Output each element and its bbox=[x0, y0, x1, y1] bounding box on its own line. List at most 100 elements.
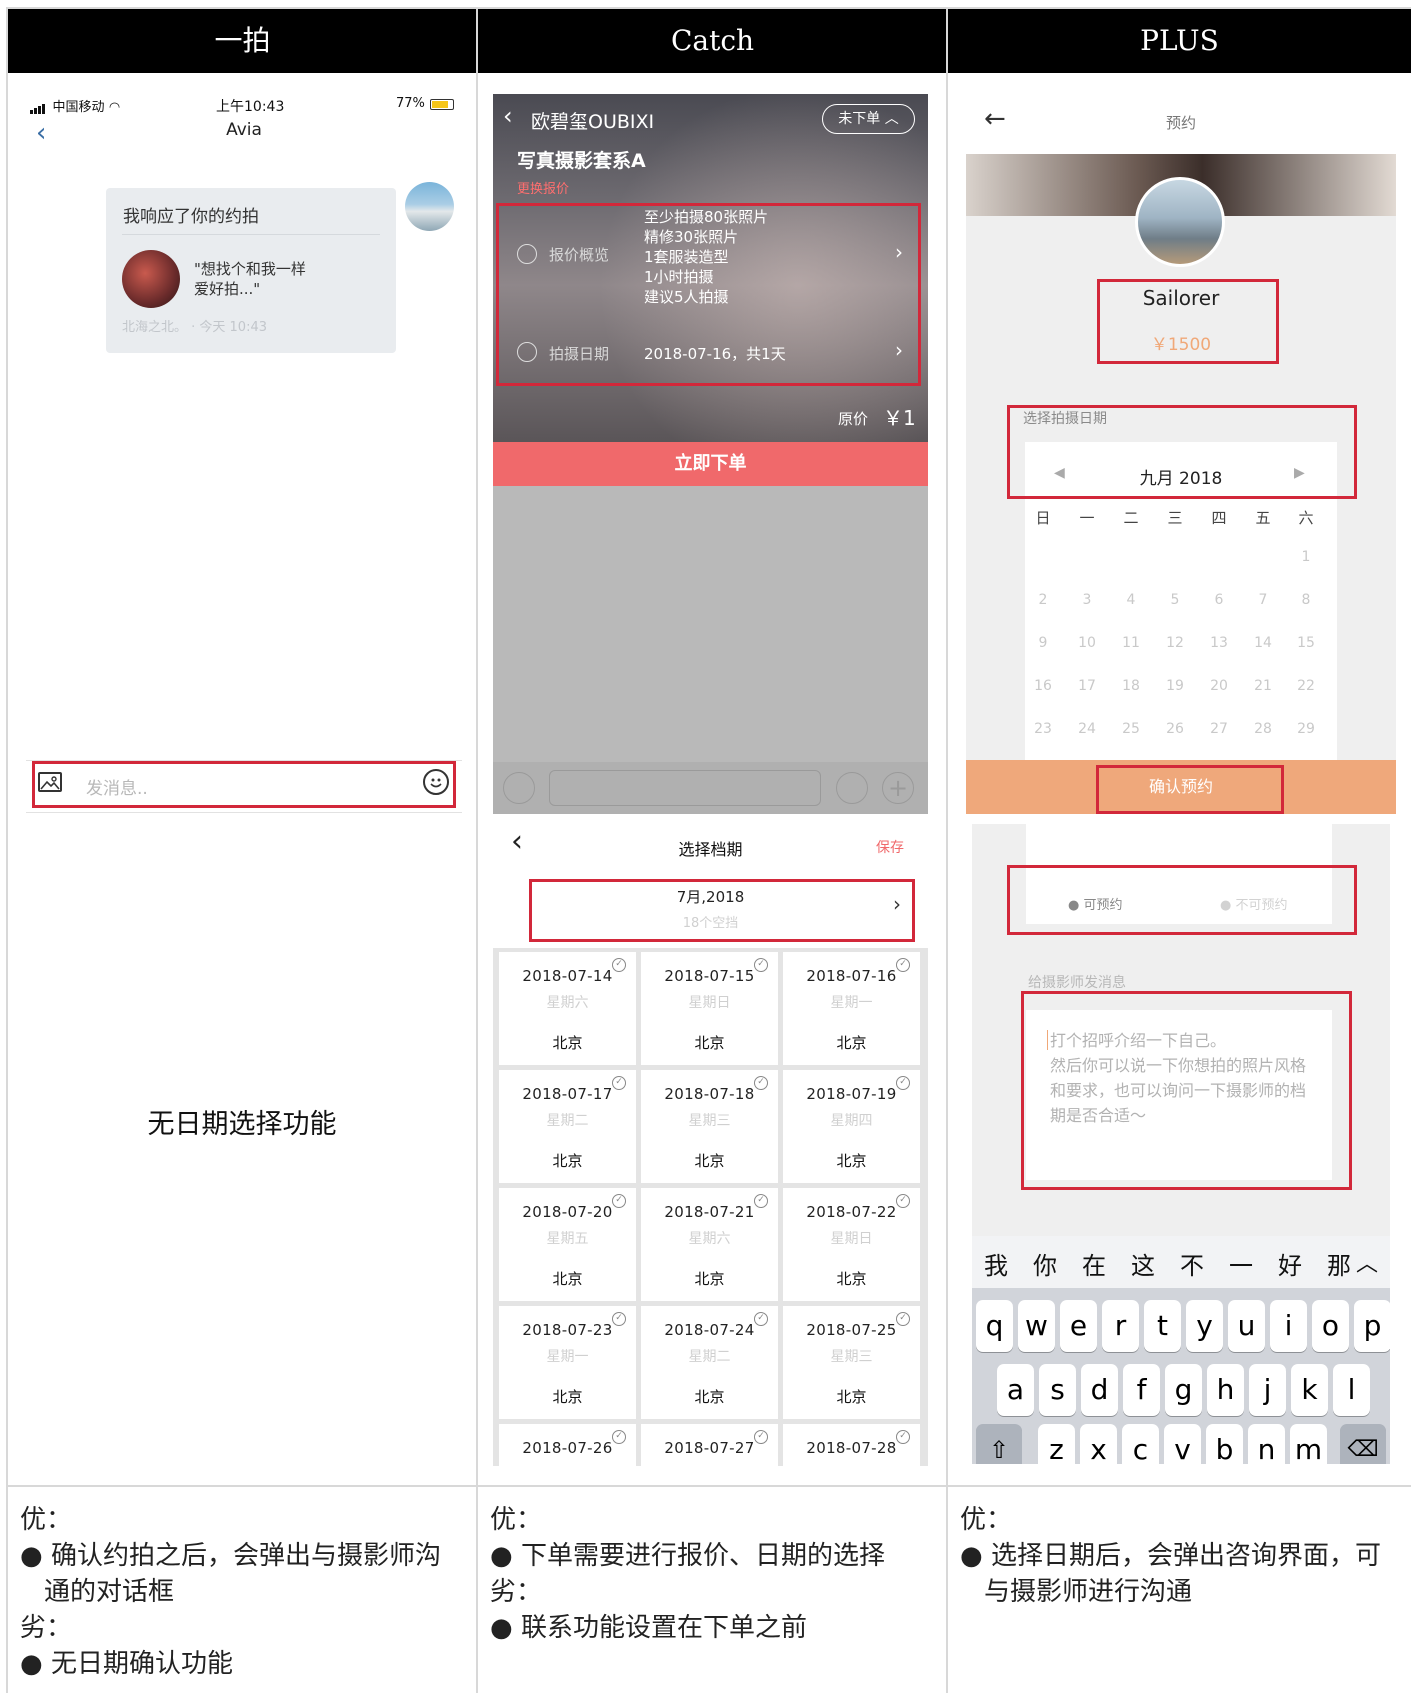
candidate-word[interactable]: 好 bbox=[1278, 1246, 1302, 1281]
calendar-day[interactable]: 8 bbox=[1286, 592, 1326, 608]
key-m[interactable]: m bbox=[1290, 1424, 1327, 1464]
calendar-day[interactable]: 13 bbox=[1199, 635, 1239, 651]
calendar-day[interactable]: 4 bbox=[1111, 592, 1151, 608]
chat-bubble[interactable]: 我响应了你的约拍 "想找个和我一样 爱好拍..." 北海之北。 · 今天 10:… bbox=[106, 188, 396, 353]
date-cell[interactable]: ✓ 2018-07-16 星期一 北京 bbox=[783, 952, 920, 1065]
key-i[interactable]: i bbox=[1270, 1300, 1307, 1352]
calendar-day[interactable]: 18 bbox=[1111, 678, 1151, 694]
date-cell-weekday: 星期五 bbox=[546, 1231, 589, 1247]
key-s[interactable]: s bbox=[1039, 1364, 1076, 1416]
key-r[interactable]: r bbox=[1102, 1300, 1139, 1352]
key-h[interactable]: h bbox=[1207, 1364, 1244, 1416]
date-cell[interactable]: ✓ 2018-07-24 星期二 北京 bbox=[641, 1306, 778, 1419]
calendar-day[interactable]: 21 bbox=[1243, 678, 1283, 694]
calendar-day[interactable]: 1 bbox=[1286, 549, 1326, 565]
key-j[interactable]: j bbox=[1249, 1364, 1286, 1416]
calendar-day[interactable]: 5 bbox=[1155, 592, 1195, 608]
calendar-day[interactable]: 12 bbox=[1155, 635, 1195, 651]
calendar-day[interactable]: 6 bbox=[1199, 592, 1239, 608]
back-chevron-icon[interactable]: ‹ bbox=[503, 102, 513, 130]
key-f[interactable]: f bbox=[1123, 1364, 1160, 1416]
calendar-day[interactable]: 20 bbox=[1199, 678, 1239, 694]
candidate-word[interactable]: 不 bbox=[1180, 1246, 1204, 1281]
collapse-candidates-icon[interactable]: ︿ bbox=[1356, 1246, 1378, 1278]
delete-key[interactable]: ⌫ bbox=[1340, 1424, 1386, 1464]
calendar-day[interactable]: 17 bbox=[1067, 678, 1107, 694]
calendar-day[interactable]: 14 bbox=[1243, 635, 1283, 651]
calendar-day[interactable]: 23 bbox=[1023, 721, 1063, 737]
key-p[interactable]: p bbox=[1354, 1300, 1390, 1352]
candidate-word[interactable]: 我 bbox=[984, 1246, 1008, 1281]
key-w[interactable]: w bbox=[1018, 1300, 1055, 1352]
user-avatar[interactable] bbox=[405, 182, 454, 231]
date-cell[interactable]: ✓ 2018-07-25 星期三 北京 bbox=[783, 1306, 920, 1419]
shift-key[interactable]: ⇧ bbox=[976, 1424, 1022, 1464]
key-n[interactable]: n bbox=[1248, 1424, 1285, 1464]
key-b[interactable]: b bbox=[1206, 1424, 1243, 1464]
candidate-word[interactable]: 在 bbox=[1082, 1246, 1106, 1281]
key-g[interactable]: g bbox=[1165, 1364, 1202, 1416]
date-cell[interactable]: ✓ 2018-07-15 星期日 北京 bbox=[641, 952, 778, 1065]
key-k[interactable]: k bbox=[1291, 1364, 1328, 1416]
date-cell[interactable]: ✓ 2018-07-22 星期日 北京 bbox=[783, 1188, 920, 1301]
key-l[interactable]: l bbox=[1333, 1364, 1370, 1416]
key-v[interactable]: v bbox=[1164, 1424, 1201, 1464]
calendar-day[interactable]: 24 bbox=[1067, 721, 1107, 737]
key-u[interactable]: u bbox=[1228, 1300, 1265, 1352]
date-cell[interactable]: ✓ 2018-07-21 星期六 北京 bbox=[641, 1188, 778, 1301]
calendar-day[interactable]: 26 bbox=[1155, 721, 1195, 737]
calendar-day[interactable]: 2 bbox=[1023, 592, 1063, 608]
calendar-day[interactable]: 9 bbox=[1023, 635, 1063, 651]
candidate-word[interactable]: 一 bbox=[1229, 1246, 1253, 1281]
save-button[interactable]: 保存 bbox=[876, 837, 904, 857]
price-value: ￥1 bbox=[883, 406, 916, 430]
key-z[interactable]: z bbox=[1038, 1424, 1075, 1464]
key-o[interactable]: o bbox=[1312, 1300, 1349, 1352]
order-now-button[interactable]: 立即下单 bbox=[493, 442, 928, 486]
date-cell[interactable]: ✓ 2018-07-28 bbox=[783, 1424, 920, 1466]
calendar-day[interactable]: 11 bbox=[1111, 635, 1151, 651]
date-cell[interactable]: ✓ 2018-07-20 星期五 北京 bbox=[499, 1188, 636, 1301]
candidate-word[interactable]: 你 bbox=[1033, 1246, 1057, 1281]
date-cell[interactable]: ✓ 2018-07-17 星期二 北京 bbox=[499, 1070, 636, 1183]
date-cell-city: 北京 bbox=[552, 1034, 583, 1052]
order-status-pill[interactable]: 未下单 ︿ bbox=[822, 104, 915, 134]
calendar-day[interactable]: 19 bbox=[1155, 678, 1195, 694]
voice-icon[interactable] bbox=[503, 772, 535, 804]
emoji-icon[interactable] bbox=[836, 772, 868, 804]
key-e[interactable]: e bbox=[1060, 1300, 1097, 1352]
calendar-day[interactable]: 29 bbox=[1286, 721, 1326, 737]
key-q[interactable]: q bbox=[976, 1300, 1013, 1352]
date-cell-city: 北京 bbox=[836, 1152, 867, 1170]
candidate-word[interactable]: 那 bbox=[1327, 1246, 1351, 1281]
calendar-day[interactable]: 7 bbox=[1243, 592, 1283, 608]
date-cell[interactable]: ✓ 2018-07-19 星期四 北京 bbox=[783, 1070, 920, 1183]
key-t[interactable]: t bbox=[1144, 1300, 1181, 1352]
key-c[interactable]: c bbox=[1122, 1424, 1159, 1464]
highlight-message bbox=[1021, 991, 1352, 1190]
calendar-day[interactable]: 25 bbox=[1111, 721, 1151, 737]
check-circle-icon: ✓ bbox=[896, 958, 910, 972]
chat-input[interactable] bbox=[549, 770, 821, 806]
key-a[interactable]: a bbox=[997, 1364, 1034, 1416]
calendar-day[interactable]: 15 bbox=[1286, 635, 1326, 651]
date-cell[interactable]: ✓ 2018-07-23 星期一 北京 bbox=[499, 1306, 636, 1419]
calendar-day[interactable]: 27 bbox=[1199, 721, 1239, 737]
calendar-day[interactable]: 16 bbox=[1023, 678, 1063, 694]
summary-plus: 优： ● 选择日期后，会弹出咨询界面，可 与摄影师进行沟通 bbox=[960, 1502, 1405, 1610]
change-quote-link[interactable]: 更换报价 bbox=[517, 178, 569, 197]
key-d[interactable]: d bbox=[1081, 1364, 1118, 1416]
key-x[interactable]: x bbox=[1080, 1424, 1117, 1464]
date-cell[interactable]: ✓ 2018-07-14 星期六 北京 bbox=[499, 952, 636, 1065]
date-cell[interactable]: ✓ 2018-07-18 星期三 北京 bbox=[641, 1070, 778, 1183]
key-y[interactable]: y bbox=[1186, 1300, 1223, 1352]
date-cell[interactable]: ✓ 2018-07-27 bbox=[641, 1424, 778, 1466]
calendar-day[interactable]: 10 bbox=[1067, 635, 1107, 651]
plus-icon[interactable]: + bbox=[882, 772, 914, 804]
calendar-day[interactable]: 22 bbox=[1286, 678, 1326, 694]
calendar-day[interactable]: 3 bbox=[1067, 592, 1107, 608]
calendar-day[interactable]: 28 bbox=[1243, 721, 1283, 737]
date-cell-city: 北京 bbox=[836, 1270, 867, 1288]
candidate-word[interactable]: 这 bbox=[1131, 1246, 1155, 1281]
date-cell[interactable]: ✓ 2018-07-26 bbox=[499, 1424, 636, 1466]
